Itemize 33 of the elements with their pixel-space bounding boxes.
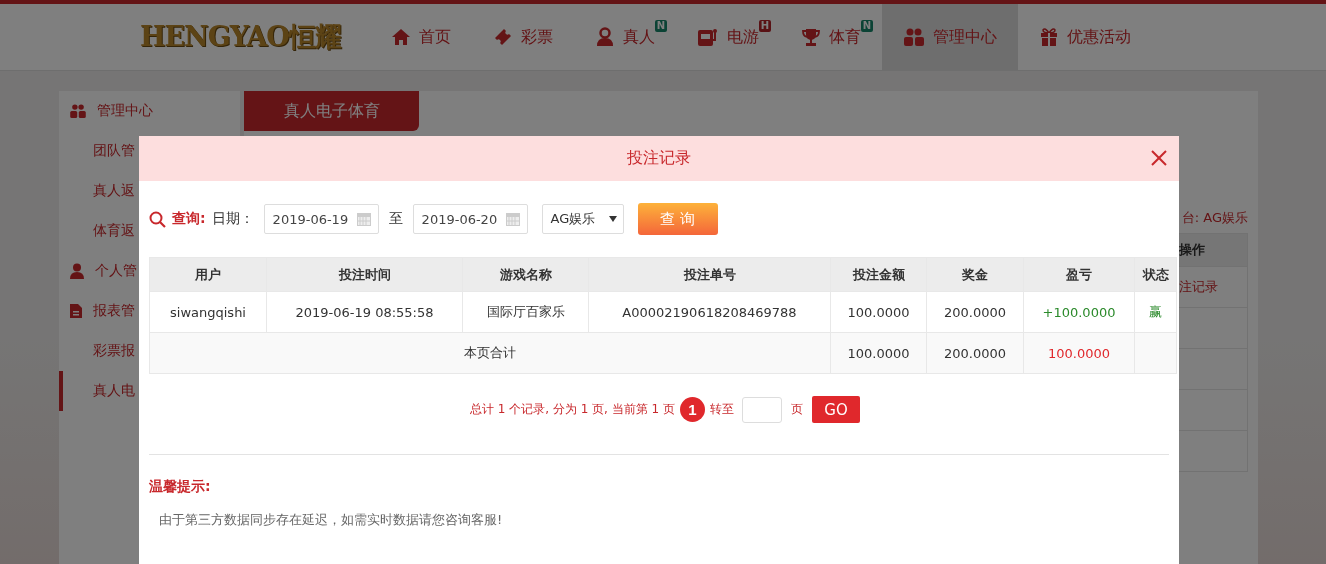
- badge: N: [860, 20, 873, 32]
- badge: N: [654, 20, 667, 32]
- badge: H: [758, 20, 771, 32]
- goto-label: 转至: [710, 401, 734, 418]
- table-cell: 赢: [1134, 291, 1177, 333]
- column-header: 投注时间: [266, 257, 463, 292]
- platform-label: 台: AG娱乐: [1181, 210, 1248, 225]
- table-cell: +100.0000: [1023, 291, 1135, 333]
- query-label: 查询:: [172, 210, 206, 228]
- column-header: 用户: [149, 257, 267, 292]
- notice-title: 温馨提示:: [149, 478, 212, 496]
- table-cell: 100.0000: [1023, 332, 1135, 374]
- table-cell: 100.0000: [830, 291, 927, 333]
- page-unit-label: 页: [791, 401, 803, 418]
- total-label: 本页合计: [149, 332, 831, 374]
- notice-text: 由于第三方数据同步存在延迟，如需实时数据请您咨询客服!: [159, 511, 504, 529]
- date-label: 日期：: [211, 210, 254, 228]
- table-cell: 200.0000: [926, 291, 1024, 333]
- column-header: 奖金: [926, 257, 1024, 292]
- table-cell: siwangqishi: [149, 291, 267, 333]
- table-cell: 200.0000: [926, 332, 1024, 374]
- table-cell: 国际厅百家乐: [462, 291, 589, 333]
- column-header: 投注金额: [830, 257, 927, 292]
- modal-title: 投注记录: [627, 148, 691, 169]
- column-header: 游戏名称: [462, 257, 589, 292]
- table-cell: A00002190618208469788: [588, 291, 831, 333]
- column-header: 盈亏: [1023, 257, 1135, 292]
- column-header: 投注单号: [588, 257, 831, 292]
- column-header: 状态: [1134, 257, 1177, 292]
- pagination-summary: 总计 1 个记录, 分为 1 页, 当前第 1 页: [469, 401, 675, 418]
- to-label: 至: [388, 210, 403, 228]
- table-cell: 100.0000: [830, 332, 927, 374]
- table-cell: 2019-06-19 08:55:58: [266, 291, 463, 333]
